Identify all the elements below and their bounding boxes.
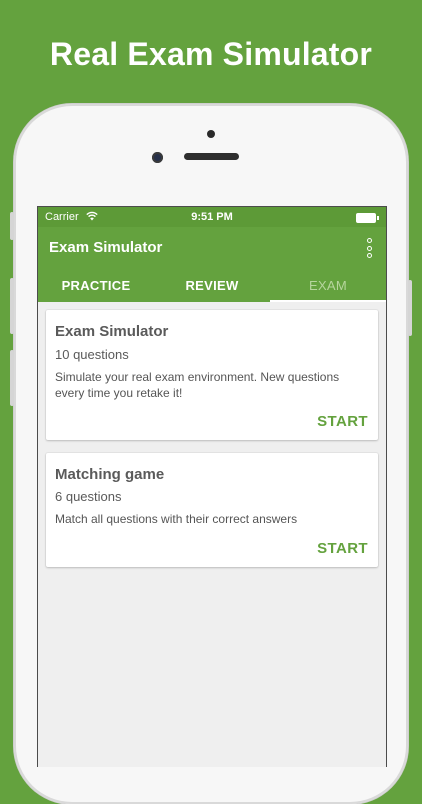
- overflow-menu-icon[interactable]: [364, 238, 374, 258]
- power-button: [408, 280, 412, 336]
- front-sensor: [207, 130, 215, 138]
- exam-simulator-card[interactable]: Exam Simulator 10 questions Simulate you…: [46, 310, 378, 440]
- battery-icon: [356, 213, 379, 223]
- app-title: Exam Simulator: [49, 239, 163, 256]
- start-matching-button[interactable]: START: [317, 540, 368, 557]
- matching-game-card[interactable]: Matching game 6 questions Match all ques…: [46, 453, 378, 567]
- tab-exam[interactable]: EXAM: [270, 267, 386, 302]
- volume-down-button: [10, 350, 14, 406]
- status-bar: Carrier 9:51 PM: [38, 207, 386, 227]
- start-exam-button[interactable]: START: [317, 413, 368, 430]
- tab-bar: PRACTICE REVIEW EXAM: [38, 267, 386, 302]
- tab-review[interactable]: REVIEW: [154, 267, 270, 302]
- app-screen: Carrier 9:51 PM Exam Simulator PRACTICE …: [37, 206, 387, 767]
- card-title: Exam Simulator: [55, 323, 169, 340]
- tab-practice[interactable]: PRACTICE: [38, 267, 154, 302]
- volume-up-button: [10, 278, 14, 334]
- mute-switch: [10, 212, 14, 240]
- card-question-count: 10 questions: [55, 347, 129, 362]
- app-bar: Exam Simulator: [38, 227, 386, 267]
- card-description: Match all questions with their correct a…: [55, 512, 298, 526]
- status-time: 9:51 PM: [191, 211, 233, 223]
- card-question-count: 6 questions: [55, 489, 122, 504]
- earpiece-speaker: [184, 153, 239, 160]
- front-camera-icon: [152, 152, 163, 163]
- promo-title: Real Exam Simulator: [49, 36, 373, 72]
- card-description: Simulate your real exam environment. New…: [55, 370, 340, 400]
- card-title: Matching game: [55, 466, 165, 483]
